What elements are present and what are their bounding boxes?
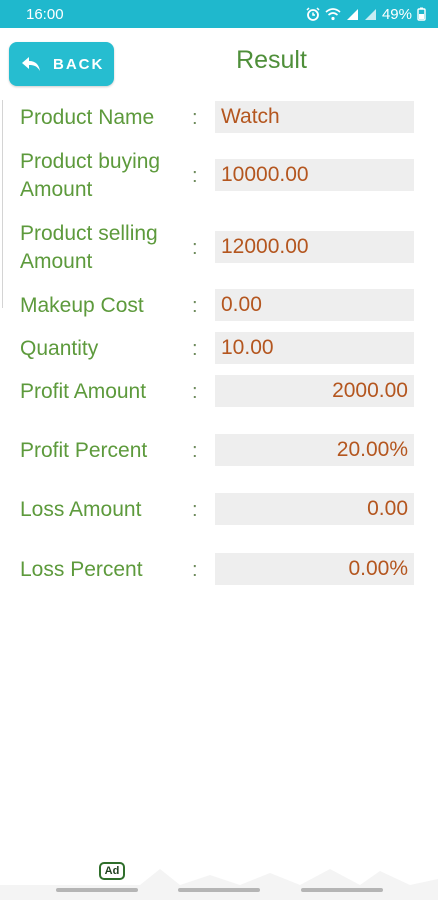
ad-badge: Ad <box>99 862 125 880</box>
nav-indicator <box>56 888 138 892</box>
separator: : <box>192 338 198 360</box>
battery-icon <box>417 7 426 21</box>
label-product-selling-amount: Product selling Amount <box>20 222 158 273</box>
back-button-label: BACK <box>53 55 105 73</box>
signal-icon <box>364 8 376 20</box>
label-loss-amount: Loss Amount <box>20 498 142 521</box>
nav-indicator <box>178 888 260 892</box>
separator: : <box>192 381 198 403</box>
value-product-selling-amount: 12000.00 <box>215 231 414 263</box>
battery-percent: 49% <box>381 5 412 23</box>
status-icons: 49% <box>306 6 426 23</box>
separator: : <box>192 559 198 581</box>
nav-indicator <box>301 888 383 892</box>
label-quantity: Quantity <box>20 337 99 360</box>
value-loss-amount: 0.00 <box>215 493 414 525</box>
wifi-icon <box>325 8 341 21</box>
value-profit-amount: 2000.00 <box>215 375 414 407</box>
label-product-name: Product Name <box>20 106 155 129</box>
edge-divider <box>2 100 3 308</box>
value-quantity: 10.00 <box>215 332 414 364</box>
separator: : <box>192 499 198 521</box>
value-loss-percent: 0.00% <box>215 553 414 585</box>
status-time: 16:00 <box>26 5 64 23</box>
label-product-buying-amount: Product buying Amount <box>20 150 161 201</box>
back-button[interactable]: BACK <box>9 42 114 86</box>
separator: : <box>192 295 198 317</box>
ad-banner[interactable] <box>0 855 438 900</box>
ad-background-wave <box>0 869 438 900</box>
label-makeup-cost: Makeup Cost <box>20 294 144 317</box>
separator: : <box>192 165 198 187</box>
separator: : <box>192 237 198 259</box>
value-makeup-cost: 0.00 <box>215 289 414 321</box>
separator: : <box>192 107 198 129</box>
value-profit-percent: 20.00% <box>215 434 414 466</box>
signal-icon <box>346 8 358 20</box>
label-profit-percent: Profit Percent <box>20 439 148 462</box>
value-product-name: Watch <box>215 101 414 133</box>
label-profit-amount: Profit Amount <box>20 380 147 403</box>
value-product-buying-amount: 10000.00 <box>215 159 414 191</box>
status-bar: 16:00 49% <box>0 0 438 28</box>
page-title: Result <box>236 46 307 74</box>
reply-arrow-icon <box>22 57 40 71</box>
label-loss-percent: Loss Percent <box>20 558 143 581</box>
separator: : <box>192 440 198 462</box>
alarm-icon <box>306 7 320 21</box>
